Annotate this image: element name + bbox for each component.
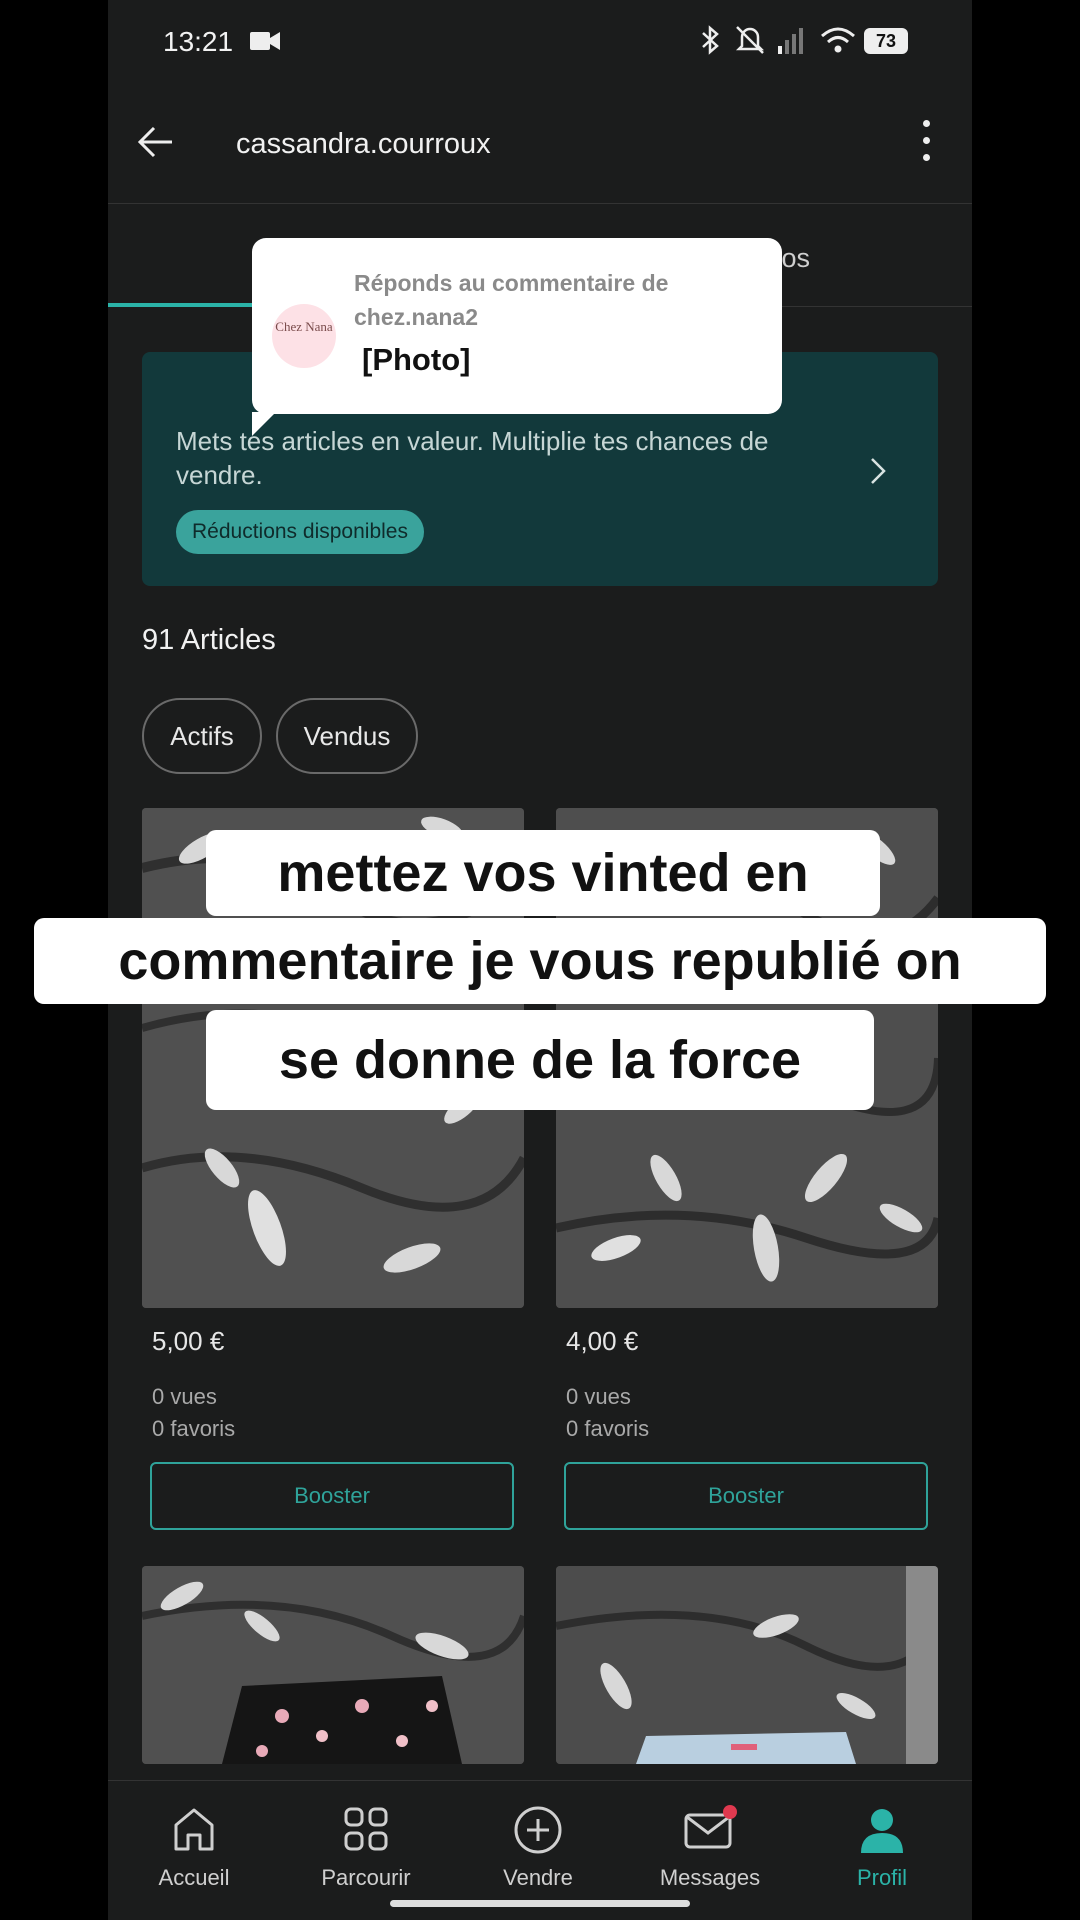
caption-line-2: commentaire je vous republié on: [34, 918, 1046, 1004]
status-time: 13:21: [163, 26, 234, 57]
filter-chip-actifs[interactable]: Actifs: [142, 698, 262, 774]
unread-dot: [723, 1805, 737, 1819]
nav-label: Accueil: [158, 1865, 230, 1890]
battery-level: 73: [875, 31, 897, 51]
grid-icon: [344, 1807, 388, 1851]
reply-tooltip-content: [Photo]: [362, 342, 471, 377]
article-price: 4,00 €: [566, 1326, 639, 1356]
status-bar: 13:21 73: [108, 0, 972, 82]
nav-vendre[interactable]: Vendre: [452, 1805, 624, 1891]
profile-icon: [861, 1809, 903, 1853]
nav-profil[interactable]: Profil: [796, 1805, 968, 1891]
avatar-logo-text: Chez Nana: [275, 319, 333, 334]
bluetooth-icon: [702, 25, 719, 55]
article-favorites: 0 favoris: [152, 1416, 236, 1441]
back-arrow-icon[interactable]: [136, 122, 176, 162]
article-price: 5,00 €: [152, 1326, 225, 1356]
filter-chip-vendus[interactable]: Vendus: [276, 698, 418, 774]
more-options-icon[interactable]: [920, 120, 932, 166]
nav-messages[interactable]: Messages: [624, 1805, 796, 1891]
signal-icon: [778, 28, 803, 54]
battery-icon: 73: [864, 28, 908, 54]
top-app-bar: cassandra.courroux: [108, 82, 972, 204]
article-views: 0 vues: [566, 1384, 631, 1409]
nav-label: Parcourir: [321, 1865, 411, 1890]
article-photo[interactable]: [142, 1566, 524, 1764]
commenter-avatar: Chez Nana: [272, 304, 336, 368]
mute-icon: [735, 26, 765, 54]
nav-label: Messages: [659, 1865, 761, 1890]
wifi-icon: [821, 27, 855, 53]
profile-username: cassandra.courroux: [236, 128, 491, 160]
gesture-bar[interactable]: [390, 1900, 690, 1907]
nav-label: Profil: [856, 1865, 908, 1890]
article-photo[interactable]: [556, 1566, 938, 1764]
nav-accueil[interactable]: Accueil: [108, 1805, 280, 1891]
article-favorites: 0 favoris: [566, 1416, 650, 1441]
mail-icon: [684, 1805, 737, 1849]
caption-line-3: se donne de la force: [206, 1010, 874, 1110]
article-card[interactable]: [142, 1566, 524, 1764]
chevron-right-icon: [871, 458, 886, 484]
nav-label: Vendre: [503, 1865, 573, 1890]
caption-line-1: mettez vos vinted en: [206, 830, 880, 916]
nav-parcourir[interactable]: Parcourir: [280, 1805, 452, 1891]
home-icon: [174, 1808, 214, 1851]
reply-comment-tooltip: Chez Nana Réponds au commentaire de chez…: [252, 238, 782, 436]
plus-circle-icon: [514, 1806, 562, 1854]
discount-badge: Réductions disponibles: [176, 510, 424, 554]
bottom-navigation: Accueil Parcourir Vendre Messages Profil: [108, 1780, 972, 1920]
reply-tooltip-title: Réponds au commentaire de chez.nana2: [354, 270, 669, 330]
booster-button[interactable]: Booster: [564, 1462, 928, 1530]
video-recording-icon: [250, 32, 280, 50]
booster-button[interactable]: Booster: [150, 1462, 514, 1530]
article-views: 0 vues: [152, 1384, 217, 1409]
articles-count: 91 Articles: [142, 624, 276, 656]
article-card[interactable]: [556, 1566, 938, 1764]
